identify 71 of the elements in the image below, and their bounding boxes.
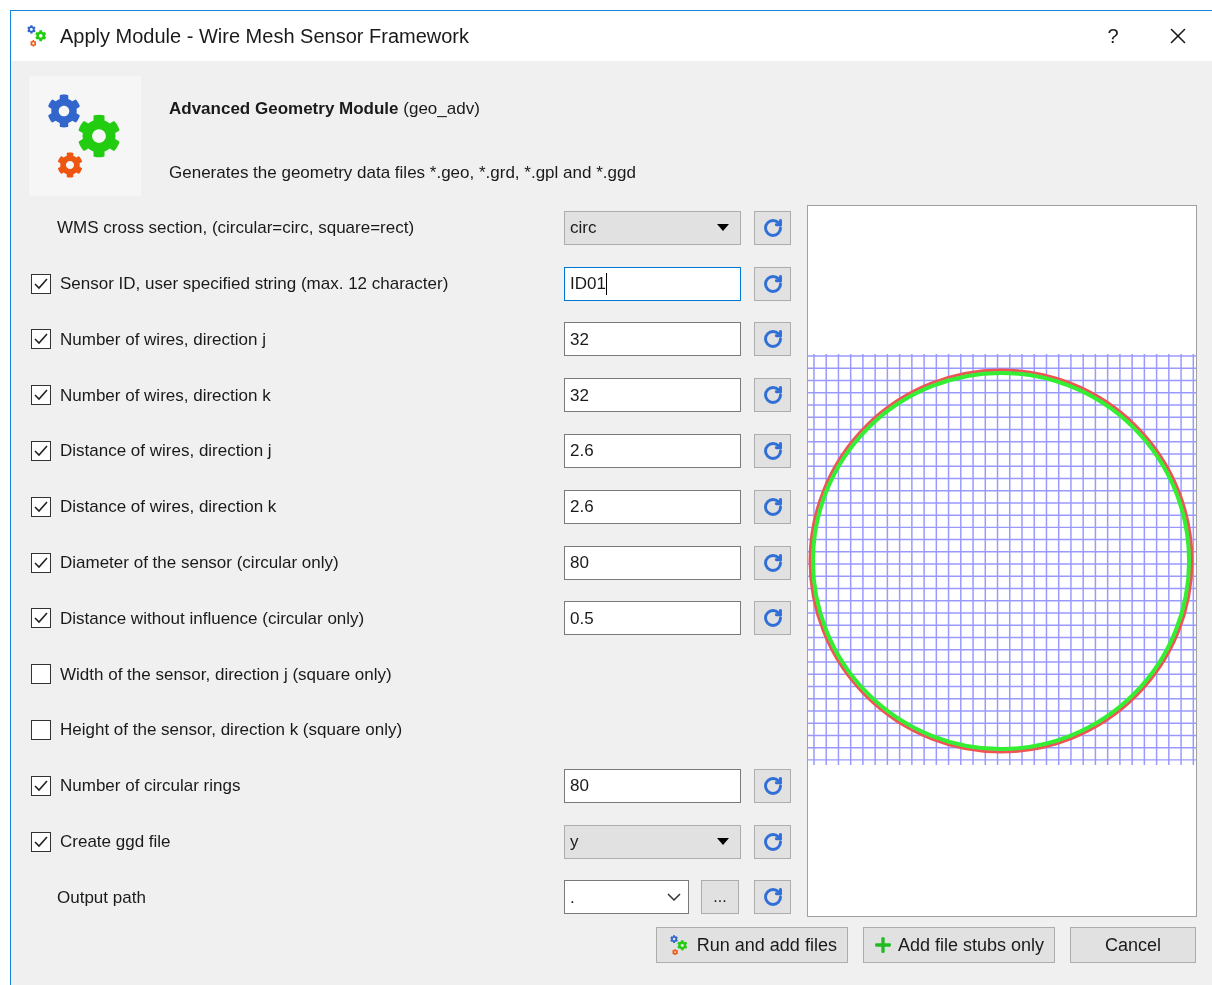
- checkbox[interactable]: [31, 720, 51, 741]
- caret-icon: [717, 838, 729, 846]
- checkbox[interactable]: [31, 329, 51, 350]
- reset-button[interactable]: [754, 266, 791, 301]
- dialog-button[interactable]: Run and add files: [655, 927, 848, 964]
- checkbox[interactable]: [31, 385, 51, 406]
- input-field[interactable]: 80: [564, 545, 741, 580]
- reset-icon: [762, 273, 783, 294]
- dropdown[interactable]: circ: [564, 210, 741, 245]
- reset-button[interactable]: [754, 210, 791, 245]
- field-label: Distance of wires, direction j: [60, 440, 272, 463]
- window-title: Apply Module - Wire Mesh Sensor Framework: [60, 24, 469, 49]
- browse-button[interactable]: ...: [701, 880, 739, 915]
- field-label: WMS cross section, (circular=circ, square=rect): [57, 217, 415, 240]
- field-label: Create ggd file: [60, 830, 171, 853]
- checkbox[interactable]: [31, 831, 51, 852]
- reset-icon: [762, 496, 783, 517]
- reset-icon: [762, 217, 783, 238]
- module-description: Generates the geometry data files *.geo, *.grd, *.gpl and *.ggd: [169, 161, 636, 184]
- field-label: Number of circular rings: [60, 775, 241, 798]
- field-label: Distance of wires, direction k: [60, 496, 277, 519]
- checkbox[interactable]: [31, 273, 51, 294]
- dropdown[interactable]: y: [564, 824, 741, 859]
- reset-button[interactable]: [754, 824, 791, 859]
- field-label: Diameter of the sensor (circular only): [60, 551, 339, 574]
- checkbox[interactable]: [31, 441, 51, 462]
- reset-button[interactable]: [754, 601, 791, 636]
- reset-button[interactable]: [754, 489, 791, 524]
- input-field[interactable]: 0.5: [564, 601, 741, 636]
- dialog-button[interactable]: Add file stubs only: [862, 927, 1055, 964]
- caret-icon: [717, 224, 729, 232]
- chevron-icon: [667, 893, 681, 902]
- field-label: Height of the sensor, direction k (square only): [60, 719, 403, 742]
- checkbox[interactable]: [31, 552, 51, 573]
- field-label: Output path: [57, 886, 146, 909]
- input-field[interactable]: 2.6: [564, 489, 741, 524]
- field-label: Width of the sensor, direction j (square only): [60, 663, 392, 686]
- checkbox[interactable]: [31, 496, 51, 517]
- input-field[interactable]: 2.6: [564, 434, 741, 469]
- field-label: Sensor ID, user specified string (max. 12 character): [60, 272, 449, 295]
- reset-icon: [762, 775, 783, 796]
- field-label: Distance without influence (circular only): [60, 607, 365, 630]
- checkbox[interactable]: [31, 664, 51, 685]
- gear-icon: [47, 94, 81, 128]
- reset-icon: [762, 441, 783, 462]
- reset-button[interactable]: [754, 768, 791, 803]
- dialog-button[interactable]: Cancel: [1070, 927, 1196, 964]
- input-field[interactable]: ID01: [564, 266, 741, 301]
- module-heading: Advanced Geometry Module (geo_adv): [169, 98, 481, 120]
- checkbox[interactable]: [31, 608, 51, 629]
- reset-button[interactable]: [754, 434, 791, 469]
- reset-icon: [762, 329, 783, 350]
- input-field[interactable]: 80: [564, 768, 741, 803]
- reset-icon: [762, 552, 783, 573]
- field-label: Number of wires, direction k: [60, 384, 271, 407]
- checkbox[interactable]: [31, 775, 51, 796]
- reset-icon: [762, 831, 783, 852]
- input-field[interactable]: 32: [564, 378, 741, 413]
- input-field[interactable]: 32: [564, 322, 741, 357]
- field-label: Number of wires, direction j: [60, 328, 266, 351]
- path-combo[interactable]: .: [564, 880, 689, 915]
- reset-icon: [762, 608, 783, 629]
- reset-button[interactable]: [754, 545, 791, 580]
- reset-button[interactable]: [754, 322, 791, 357]
- reset-button[interactable]: [754, 378, 791, 413]
- reset-button[interactable]: [754, 880, 791, 915]
- reset-icon: [762, 887, 783, 908]
- reset-icon: [762, 385, 783, 406]
- gear-icon: [669, 935, 678, 944]
- plus-icon: [873, 936, 892, 955]
- help-button[interactable]: ?: [1093, 21, 1133, 51]
